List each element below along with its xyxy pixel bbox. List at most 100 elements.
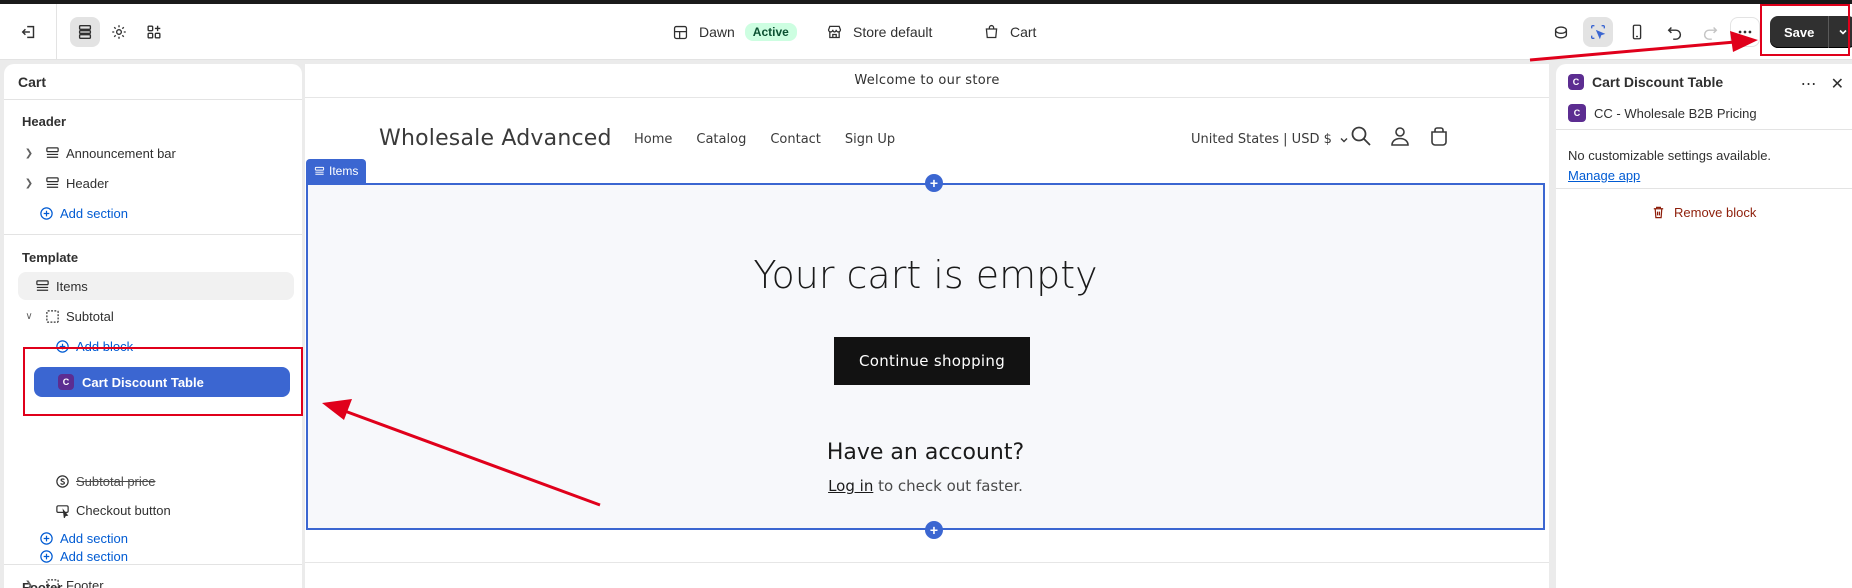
section-items[interactable]: Items bbox=[18, 272, 294, 300]
add-section-label: Add section bbox=[60, 205, 128, 221]
nav-contact[interactable]: Contact bbox=[770, 132, 821, 147]
currency-label: United States | USD $ bbox=[1191, 132, 1332, 147]
section-announcement-bar[interactable]: ❯ Announcement bar bbox=[22, 139, 298, 167]
settings-title: Cart Discount Table bbox=[1592, 74, 1724, 90]
subtotal-icon bbox=[42, 306, 62, 326]
theme-selector[interactable]: Dawn Active bbox=[672, 23, 797, 41]
items-section-tag[interactable]: Items bbox=[306, 159, 367, 183]
nav-sign-up[interactable]: Sign Up bbox=[845, 132, 895, 147]
close-icon[interactable]: ✕ bbox=[1831, 74, 1844, 94]
header-add-section-button[interactable]: Add section bbox=[36, 199, 302, 227]
cart-items-section[interactable]: Your cart is empty Continue shopping Hav… bbox=[306, 183, 1545, 530]
redo-icon[interactable] bbox=[1695, 17, 1725, 47]
block-settings-panel: C Cart Discount Table ⋯ ✕ C CC - Wholesa… bbox=[1556, 64, 1852, 588]
add-section-below-icon[interactable]: + bbox=[925, 521, 943, 539]
more-icon[interactable]: ⋯ bbox=[1801, 74, 1817, 94]
continue-shopping-button[interactable]: Continue shopping bbox=[834, 337, 1030, 385]
theme-name: Dawn bbox=[699, 24, 735, 40]
manage-app-link[interactable]: Manage app bbox=[1568, 168, 1640, 183]
remove-block-label: Remove block bbox=[1674, 205, 1757, 220]
search-icon[interactable] bbox=[1349, 124, 1373, 148]
sections-icon[interactable] bbox=[70, 17, 100, 47]
store-header: Wholesale Advanced Home Catalog Contact … bbox=[305, 98, 1549, 174]
group-divider bbox=[4, 234, 302, 235]
main-nav: Home Catalog Contact Sign Up bbox=[634, 132, 895, 147]
block-label: Subtotal price bbox=[76, 473, 156, 489]
chevron-right-icon: ❯ bbox=[24, 147, 34, 159]
items-tag-label: Items bbox=[329, 164, 359, 178]
sensei-icon[interactable] bbox=[1546, 17, 1576, 47]
section-icon bbox=[42, 173, 62, 193]
login-link[interactable]: Log in bbox=[828, 477, 873, 495]
section-footer[interactable]: ❯ Footer bbox=[22, 571, 262, 588]
no-settings-text: No customizable settings available. bbox=[1568, 148, 1772, 163]
login-prompt: Log in to check out faster. bbox=[308, 477, 1543, 495]
account-heading: Have an account? bbox=[826, 440, 1025, 465]
login-suffix: to check out faster. bbox=[873, 477, 1023, 495]
annotation-box-block bbox=[23, 347, 303, 416]
mobile-preview-icon[interactable] bbox=[1622, 17, 1652, 47]
header-group-title: Header bbox=[22, 114, 67, 129]
template-selector[interactable]: Cart bbox=[983, 23, 1036, 40]
storefront-preview: Welcome to our store Wholesale Advanced … bbox=[305, 64, 1549, 588]
section-header[interactable]: ❯ Header bbox=[22, 169, 298, 197]
section-icon bbox=[32, 276, 52, 296]
inspector-icon[interactable] bbox=[1583, 17, 1613, 47]
app-logo-icon: C bbox=[1568, 74, 1584, 90]
footer-add-section-button[interactable]: Add section bbox=[36, 542, 276, 570]
section-icon bbox=[42, 143, 62, 163]
settings-actions: ⋯ ✕ bbox=[1801, 74, 1844, 94]
store-context-label: Store default bbox=[853, 23, 933, 40]
gear-icon[interactable] bbox=[104, 17, 134, 47]
store-icon bbox=[827, 25, 842, 39]
exit-icon[interactable] bbox=[14, 17, 44, 47]
section-icon bbox=[314, 166, 325, 175]
add-section-above-icon[interactable]: + bbox=[925, 174, 943, 192]
active-badge: Active bbox=[744, 23, 797, 41]
topbar-divider bbox=[56, 4, 57, 60]
block-checkout-button[interactable]: Checkout button bbox=[52, 496, 302, 524]
undo-icon[interactable] bbox=[1660, 17, 1690, 47]
section-icon bbox=[42, 575, 62, 588]
nav-catalog[interactable]: Catalog bbox=[696, 132, 746, 147]
panel-title: Cart bbox=[4, 64, 302, 100]
section-label: Subtotal bbox=[66, 308, 114, 324]
price-icon bbox=[52, 471, 72, 491]
cart-icon[interactable] bbox=[1427, 124, 1451, 148]
more-actions-icon[interactable] bbox=[1730, 17, 1760, 47]
add-section-label: Add section bbox=[60, 548, 128, 564]
add-circle-icon bbox=[36, 203, 56, 223]
section-label: Announcement bar bbox=[66, 145, 176, 161]
currency-selector[interactable]: United States | USD $ bbox=[1191, 132, 1350, 147]
app-name: CC - Wholesale B2B Pricing bbox=[1594, 105, 1757, 121]
add-circle-icon bbox=[36, 546, 56, 566]
announcement-bar: Welcome to our store bbox=[305, 64, 1549, 98]
app-source: C CC - Wholesale B2B Pricing bbox=[1568, 104, 1757, 122]
chevron-right-icon: ❯ bbox=[24, 579, 34, 588]
block-subtotal-price[interactable]: Subtotal price bbox=[52, 467, 302, 495]
settings-divider bbox=[1556, 129, 1852, 130]
empty-cart-heading: Your cart is empty bbox=[753, 253, 1098, 297]
nav-home[interactable]: Home bbox=[634, 132, 672, 147]
block-label: Checkout button bbox=[76, 502, 171, 518]
template-label: Cart bbox=[1010, 23, 1037, 40]
editor-topbar: Dawn Active Store default Cart Save bbox=[0, 4, 1852, 60]
annotation-box-save bbox=[1760, 4, 1850, 56]
store-context-selector[interactable]: Store default bbox=[826, 23, 932, 40]
bag-icon bbox=[985, 24, 998, 39]
apps-icon[interactable] bbox=[139, 17, 169, 47]
settings-divider bbox=[1556, 188, 1852, 189]
section-subtotal[interactable]: ∨ Subtotal bbox=[22, 302, 298, 330]
template-group-title: Template bbox=[22, 250, 79, 265]
section-label: Footer bbox=[66, 577, 104, 588]
store-logo-text[interactable]: Wholesale Advanced bbox=[379, 126, 612, 151]
section-label: Items bbox=[56, 278, 88, 294]
remove-block-button[interactable]: Remove block bbox=[1651, 205, 1756, 220]
chevron-right-icon: ❯ bbox=[24, 177, 34, 189]
layout-icon bbox=[673, 25, 688, 39]
chevron-down-icon: ∨ bbox=[25, 310, 33, 322]
sections-panel: Cart Header ❯ Announcement bar ❯ Header … bbox=[4, 64, 302, 588]
account-icon[interactable] bbox=[1388, 124, 1412, 148]
app-logo-icon: C bbox=[1568, 104, 1586, 122]
cursor-button-icon bbox=[52, 500, 72, 520]
